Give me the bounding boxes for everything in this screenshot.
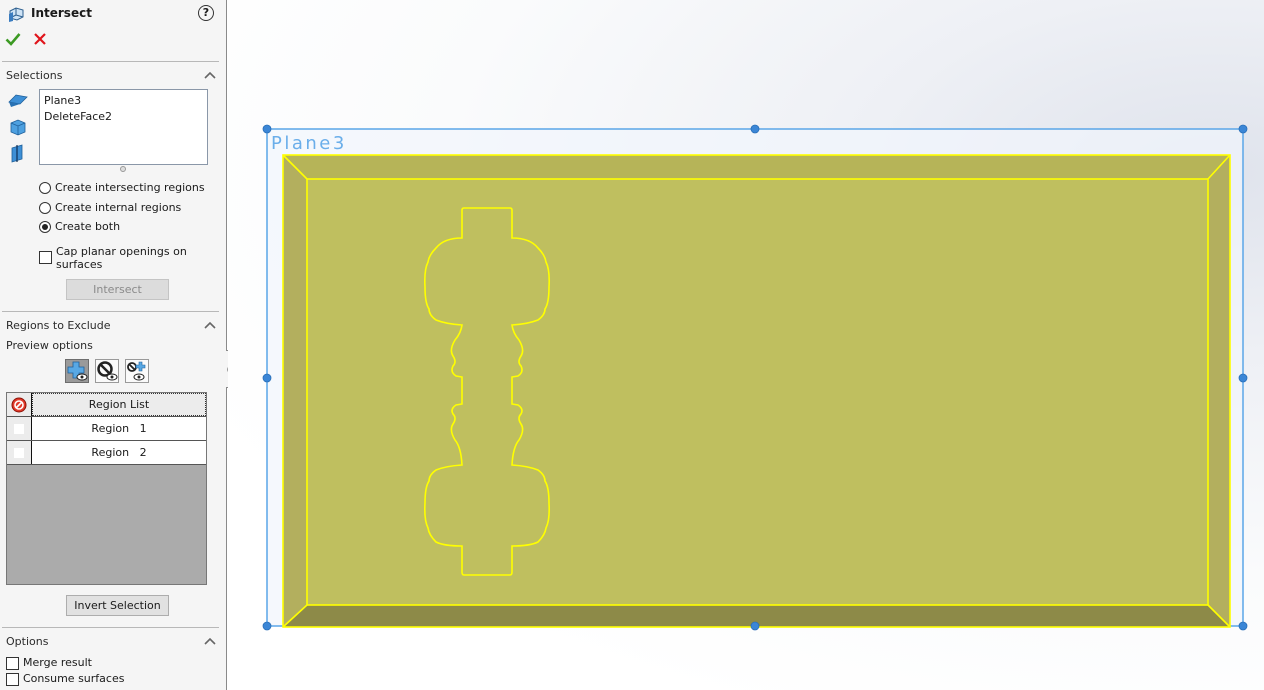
checkbox-label: Cap planar openings on surfaces (56, 245, 187, 271)
checkbox-label-line: surfaces (56, 258, 103, 271)
radio-label: Create internal regions (55, 201, 182, 214)
radio-create-both[interactable]: Create both (39, 220, 120, 233)
bevel-left-face[interactable] (283, 155, 307, 627)
radio-create-intersecting-regions[interactable]: Create intersecting regions (39, 181, 205, 194)
checkbox-consume-surfaces[interactable]: Consume surfaces (6, 672, 124, 686)
exclude-preview-button[interactable] (95, 359, 119, 383)
panel-title: Intersect (31, 6, 92, 20)
selections-listbox[interactable]: Plane3 DeleteFace2 (39, 89, 208, 165)
chevron-up-icon[interactable] (204, 637, 216, 645)
bevel-top-face[interactable] (283, 155, 1230, 179)
plane-handle[interactable] (262, 373, 272, 383)
region-row[interactable]: Region 1 (7, 417, 206, 441)
chevron-up-icon[interactable] (204, 71, 216, 79)
region-list-header: Region List (7, 393, 206, 417)
plane-handle[interactable] (750, 124, 760, 134)
section-title-selections: Selections (6, 69, 63, 82)
region-exclude-checkbox[interactable] (7, 441, 32, 464)
bevel-right-face[interactable] (1208, 155, 1230, 627)
plane-label: Plane3 (271, 133, 347, 154)
divider (2, 61, 219, 62)
exclude-icon (11, 397, 27, 412)
graphics-viewport[interactable]: Plane3 (228, 0, 1264, 690)
listbox-resize-handle[interactable] (120, 166, 126, 172)
checkbox-merge-result[interactable]: Merge result (6, 656, 92, 670)
radio-label: Create intersecting regions (55, 181, 205, 194)
model-scene[interactable]: Plane3 (228, 0, 1264, 690)
intersect-feature-icon (9, 7, 24, 22)
region-label[interactable]: Region 2 (32, 441, 206, 464)
divider (2, 627, 219, 628)
radio-button[interactable] (39, 182, 51, 194)
surface-icon (8, 94, 28, 107)
both-preview-button[interactable] (125, 359, 149, 383)
radio-label: Create both (55, 220, 121, 233)
radio-create-internal-regions[interactable]: Create internal regions (39, 201, 181, 214)
include-preview-button[interactable] (65, 359, 89, 383)
no-plus-eye-icon (127, 361, 146, 381)
plane-icon (11, 144, 23, 163)
checkbox[interactable] (6, 657, 19, 670)
invert-selection-button[interactable]: Invert Selection (66, 595, 169, 616)
selection-item[interactable]: DeleteFace2 (44, 109, 203, 125)
plane-handle[interactable] (1238, 621, 1248, 631)
section-title-regions-to-exclude: Regions to Exclude (6, 319, 111, 332)
exclude-all-toggle[interactable] (7, 393, 32, 416)
selection-item[interactable]: Plane3 (44, 93, 203, 109)
region-list-table: Region List Region 1 Region 2 (6, 392, 207, 585)
plane-handle[interactable] (750, 621, 760, 631)
help-icon[interactable]: ? (198, 5, 214, 21)
plane-handle[interactable] (262, 124, 272, 134)
checkbox[interactable] (39, 251, 52, 264)
plane-handle[interactable] (1238, 124, 1248, 134)
checkbox-label: Merge result (23, 656, 92, 669)
chevron-up-icon[interactable] (204, 321, 216, 329)
radio-button[interactable] (39, 221, 51, 233)
plus-eye-icon (67, 361, 88, 381)
checkbox-label-line: Cap planar openings on (56, 245, 187, 258)
region-label[interactable]: Region 1 (32, 417, 206, 440)
radio-button[interactable] (39, 202, 51, 214)
section-title-options: Options (6, 635, 49, 648)
region-exclude-checkbox[interactable] (7, 417, 32, 440)
checkbox[interactable] (6, 673, 19, 686)
checkbox-cap-planar-openings[interactable]: Cap planar openings on surfaces (39, 245, 187, 271)
intersect-button[interactable]: Intersect (66, 279, 169, 300)
checkbox-label: Consume surfaces (23, 672, 125, 685)
divider (2, 311, 219, 312)
plane-handle[interactable] (262, 621, 272, 631)
preview-options-label: Preview options (6, 339, 93, 352)
plane-handle[interactable] (1238, 373, 1248, 383)
close-icon[interactable] (33, 32, 47, 46)
region-row[interactable]: Region 2 (7, 441, 206, 465)
region-list-header-label[interactable]: Region List (32, 393, 206, 416)
checkmark-icon[interactable] (5, 31, 21, 47)
no-eye-icon (97, 361, 118, 381)
solid-body-icon (10, 119, 26, 136)
property-manager-panel: Intersect ? Selections Plane3 DeleteFace… (0, 0, 227, 690)
